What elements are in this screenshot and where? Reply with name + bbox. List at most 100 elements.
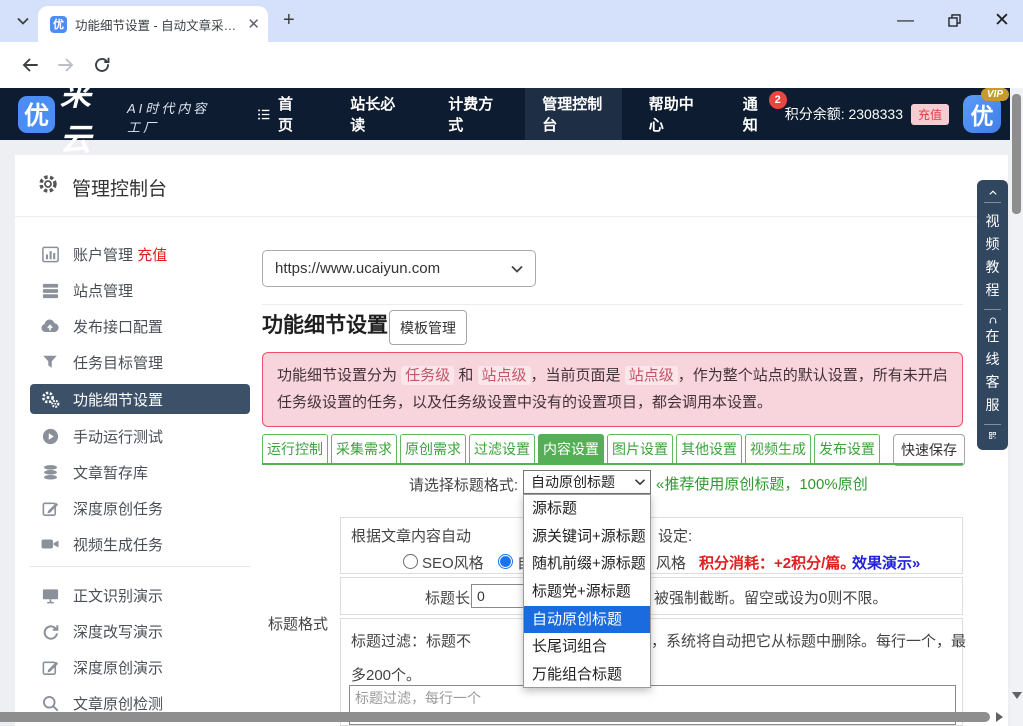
auto-title-text-right: 设定: [658, 525, 692, 546]
filter-text-line2: 多200个。 [351, 664, 421, 685]
nav-item-home[interactable]: 首页 [240, 88, 319, 140]
browser-address-bar: ucaiyun.com/caiji/settings/ 井 ••• [0, 42, 1023, 88]
nav-item-notice[interactable]: 通知 2 [726, 88, 785, 140]
scroll-right-icon[interactable] [996, 712, 1003, 722]
sidebar-divider [30, 566, 250, 567]
title-format-select[interactable]: 自动原创标题 [523, 470, 651, 494]
dropdown-option-selected[interactable]: 自动原创标题 [524, 606, 650, 634]
tab-other[interactable]: 其他设置 [676, 434, 742, 464]
tab-title: 功能细节设置 - 自动文章采集器 [75, 15, 241, 34]
radio-seo-style[interactable] [403, 554, 418, 569]
sidebar-item-publish-api[interactable]: 发布接口配置 [30, 312, 250, 340]
tab-run-control[interactable]: 运行控制 [262, 434, 328, 464]
scroll-down-icon[interactable] [1012, 692, 1022, 699]
sidebar-item-sites[interactable]: 站点管理 [30, 276, 250, 304]
browser-tab[interactable]: 优 功能细节设置 - 自动文章采集器 ✕ [38, 6, 268, 42]
nav-item-console[interactable]: 管理控制台 [525, 88, 622, 140]
quick-save-button[interactable]: 快速保存 [893, 434, 965, 466]
sidebar-item-article-store[interactable]: 文章暂存库 [30, 458, 250, 486]
restore-icon[interactable] [946, 12, 963, 29]
filter-text-left: 标题过滤：标题不 [351, 630, 471, 651]
tab-image[interactable]: 图片设置 [607, 434, 673, 464]
sidebar-item-task-targets[interactable]: 任务目标管理 [30, 348, 250, 376]
sidebar-item-video-task[interactable]: 视频生成任务 [30, 530, 250, 558]
gears-icon [40, 389, 60, 409]
nav-item-must-read[interactable]: 站长必读 [333, 88, 417, 140]
section-divider [262, 304, 963, 305]
play-circle-icon [40, 426, 60, 446]
search-icon [40, 693, 60, 713]
dropdown-option[interactable]: 万能组合标题 [524, 661, 650, 689]
header-divider [15, 216, 1008, 217]
nav-item-help[interactable]: 帮助中心 [632, 88, 716, 140]
dropdown-option[interactable]: 源标题 [524, 495, 650, 523]
sidebar-item-manual-run[interactable]: 手动运行测试 [30, 422, 250, 450]
tab-publish[interactable]: 发布设置 [814, 434, 880, 464]
tab-content[interactable]: 内容设置 [538, 434, 604, 464]
tab-collect[interactable]: 采集需求 [331, 434, 397, 464]
sidebar-item-account[interactable]: 账户管理 充值 [30, 240, 250, 268]
horizontal-scrollbar-thumb[interactable] [0, 712, 990, 722]
sidebar-item-feature-settings[interactable]: 功能细节设置 [30, 384, 250, 414]
video-camera-icon [40, 534, 60, 554]
recharge-button[interactable]: 充值 [911, 104, 949, 125]
tab-original[interactable]: 原创需求 [400, 434, 466, 464]
title-format-dropdown: 源标题 源关键词+源标题 随机前缀+源标题 标题党+源标题 自动原创标题 长尾词… [523, 494, 651, 688]
minimize-icon[interactable]: — [897, 10, 914, 30]
radio-auto-style[interactable] [498, 554, 513, 569]
site-select[interactable]: https://www.ucaiyun.com [262, 250, 536, 287]
tab-filter[interactable]: 过滤设置 [469, 434, 535, 464]
vip-badge: VIP [981, 88, 1009, 101]
radio-auto-label-right: 风格 [656, 552, 686, 573]
logo-badge-icon[interactable]: 优 [18, 96, 55, 133]
notice-badge: 2 [769, 91, 787, 109]
dropdown-option[interactable]: 源关键词+源标题 [524, 523, 650, 551]
alert-highlight: 站点级 [625, 366, 678, 385]
sidebar-recharge-link[interactable]: 充值 [137, 247, 167, 264]
dropdown-option[interactable]: 随机前缀+源标题 [524, 550, 650, 578]
effect-demo-link[interactable]: 效果演示» [852, 552, 920, 573]
title-format-hint: «推荐使用原创标题，100%原创 [656, 473, 868, 494]
sidebar-item-rewrite-demo[interactable]: 深度改写演示 [30, 617, 250, 645]
bar-chart-icon [40, 244, 60, 264]
nav-item-billing[interactable]: 计费方式 [431, 88, 515, 140]
sidebar-item-deep-original-task[interactable]: 深度原创任务 [30, 494, 250, 522]
back-to-top-icon[interactable] [986, 190, 1000, 195]
alert-box: 功能细节设置分为 任务级 和 站点级，当前页面是 站点级，作为整个站点的默认设置… [262, 352, 963, 427]
tab-close-icon[interactable]: ✕ [247, 15, 260, 33]
online-service-link[interactable]: 在线客服 [985, 325, 1000, 417]
edit-square-icon [40, 657, 60, 677]
browser-tab-strip: 优 功能细节设置 - 自动文章采集器 ✕ + — ✕ [0, 0, 1023, 42]
dropdown-option[interactable]: 长尾词组合 [524, 633, 650, 661]
monitor-icon [40, 585, 60, 605]
sidebar-item-original-demo[interactable]: 深度原创演示 [30, 653, 250, 681]
qr-code-icon[interactable] [985, 431, 1000, 440]
hamburger-icon [257, 107, 271, 122]
logo-name[interactable]: 采云 [60, 69, 115, 159]
back-icon[interactable] [20, 55, 40, 75]
vertical-scrollbar-thumb[interactable] [1012, 94, 1021, 214]
title-filter-box: 标题过滤：标题不 ，系统将自动把它从标题中删除。每行一个，最 多200个。 [340, 618, 963, 726]
radio-seo-label: SEO风格 [422, 552, 484, 573]
logo-tagline: AI时代内容工厂 [127, 98, 222, 136]
floating-side-panel: 视频教程 在线客服 [977, 180, 1008, 450]
video-tutorial-link[interactable]: 视频教程 [985, 210, 1000, 302]
new-tab-icon[interactable]: + [283, 9, 295, 32]
tab-search-chevron-icon[interactable] [16, 16, 30, 26]
panel-divider [984, 202, 1001, 203]
tab-video[interactable]: 视频生成 [745, 434, 811, 464]
select-chevron-icon [635, 479, 645, 485]
panel-divider [984, 424, 1001, 425]
database-icon [40, 462, 60, 482]
user-avatar[interactable]: 优 VIP [963, 95, 1001, 133]
sidebar-item-body-recognize-demo[interactable]: 正文识别演示 [30, 581, 250, 609]
panel-divider [984, 309, 1001, 310]
auto-title-text-left: 根据文章内容自动 [351, 525, 471, 546]
template-manage-button[interactable]: 模板管理 [389, 310, 467, 345]
alert-highlight: 任务级 [401, 366, 454, 385]
dropdown-option[interactable]: 标题党+源标题 [524, 578, 650, 606]
settings-tabs: 运行控制 采集需求 原创需求 过滤设置 内容设置 图片设置 其他设置 视频生成 … [262, 434, 880, 464]
server-icon [40, 280, 60, 300]
title-length-box: 标题长度: 被强制截断。留空或设为0则不限。 [340, 577, 963, 615]
window-close-icon[interactable]: ✕ [994, 9, 1010, 32]
